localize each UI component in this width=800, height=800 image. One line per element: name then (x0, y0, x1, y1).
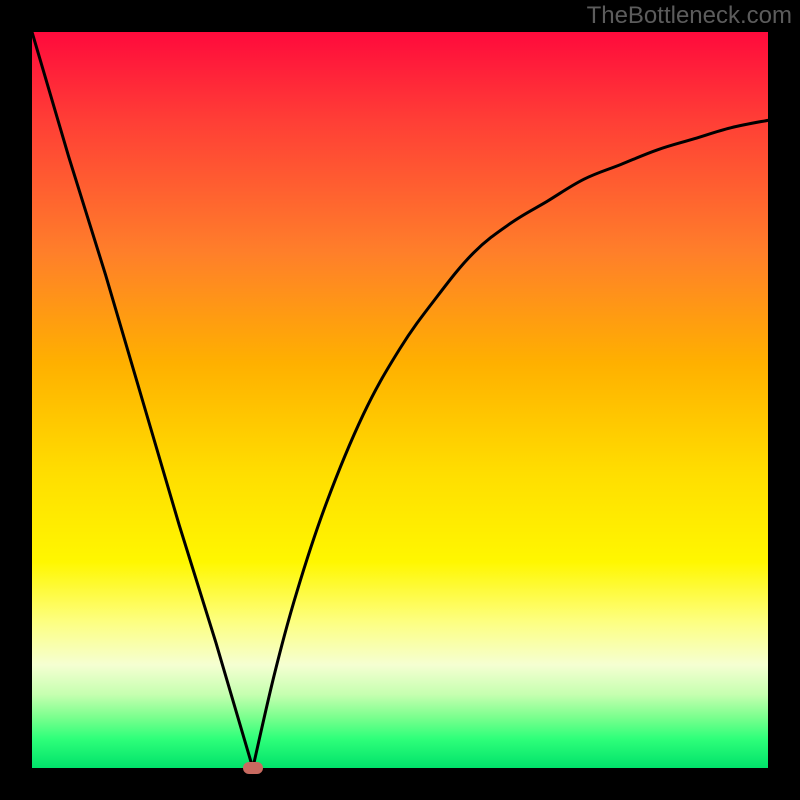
chart-plot-area (32, 32, 768, 768)
curve-path (32, 32, 768, 768)
minimum-marker (243, 762, 263, 774)
bottleneck-curve (32, 32, 768, 768)
chart-frame: TheBottleneck.com (0, 0, 800, 800)
watermark-text: TheBottleneck.com (587, 2, 792, 30)
